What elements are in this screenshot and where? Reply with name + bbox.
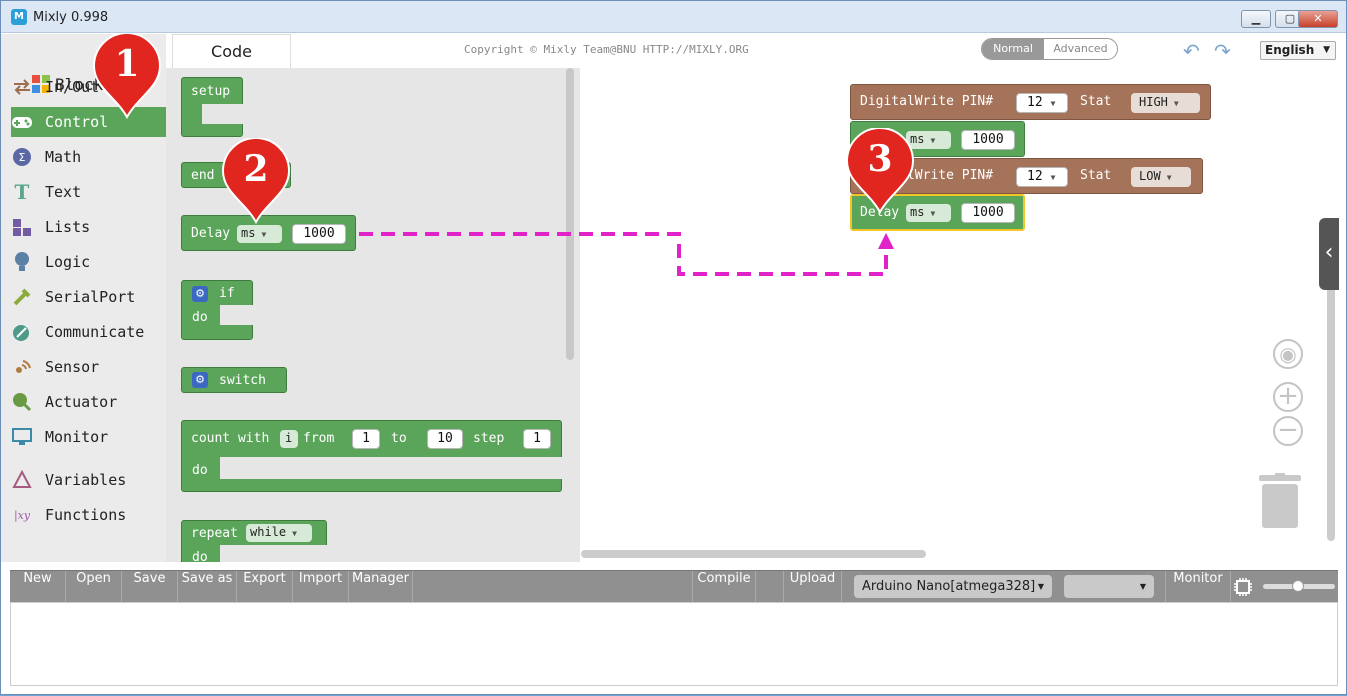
compile-button[interactable]: Compile [692,571,756,603]
board-select[interactable]: Arduino Nano[atmega328] ▼ [854,575,1052,598]
zoom-in-icon[interactable]: + [1273,382,1303,412]
chevron-down-icon: ▼ [1037,582,1044,591]
save-button[interactable]: Save [122,571,178,603]
trash-icon[interactable] [1259,473,1301,529]
workspace-v-scrollbar[interactable] [1327,251,1335,541]
marker-number: 1 [114,43,140,85]
zoom-out-icon[interactable]: − [1273,416,1303,446]
board-value: Arduino Nano[atmega328] [862,579,1036,594]
step-marker-1: 1 [92,32,162,120]
output-console[interactable] [10,602,1338,686]
port-select[interactable]: ▼ [1064,575,1154,598]
step-marker-3: 3 [845,127,915,215]
recenter-icon[interactable]: ◉ [1273,339,1303,369]
step-marker-2: 2 [221,137,291,225]
export-button[interactable]: Export [237,571,293,603]
slider-handle[interactable] [1292,580,1304,592]
toolbar-separator [756,571,784,603]
open-button[interactable]: Open [66,571,122,603]
marker-number: 2 [243,148,269,190]
zoom-slider[interactable] [1263,580,1335,592]
save-as-button[interactable]: Save as [178,571,237,603]
chevron-down-icon: ▼ [1139,582,1146,591]
workspace-h-scrollbar[interactable] [581,550,926,558]
app-window: M Mixly 0.998 ▁ ▢ ✕ Block In/Out Control… [0,0,1347,695]
chevron-left-icon[interactable]: ‹ [1319,218,1339,290]
chip-icon[interactable] [1233,577,1253,597]
new-button[interactable]: New [10,571,66,603]
monitor-button[interactable]: Monitor [1165,571,1231,603]
marker-number: 3 [867,138,893,180]
upload-button[interactable]: Upload [784,571,842,603]
bottom-toolbar: New Open Save Save as Export Import Mana… [10,570,1338,603]
import-button[interactable]: Import [293,571,349,603]
manager-button[interactable]: Manager [349,571,413,603]
